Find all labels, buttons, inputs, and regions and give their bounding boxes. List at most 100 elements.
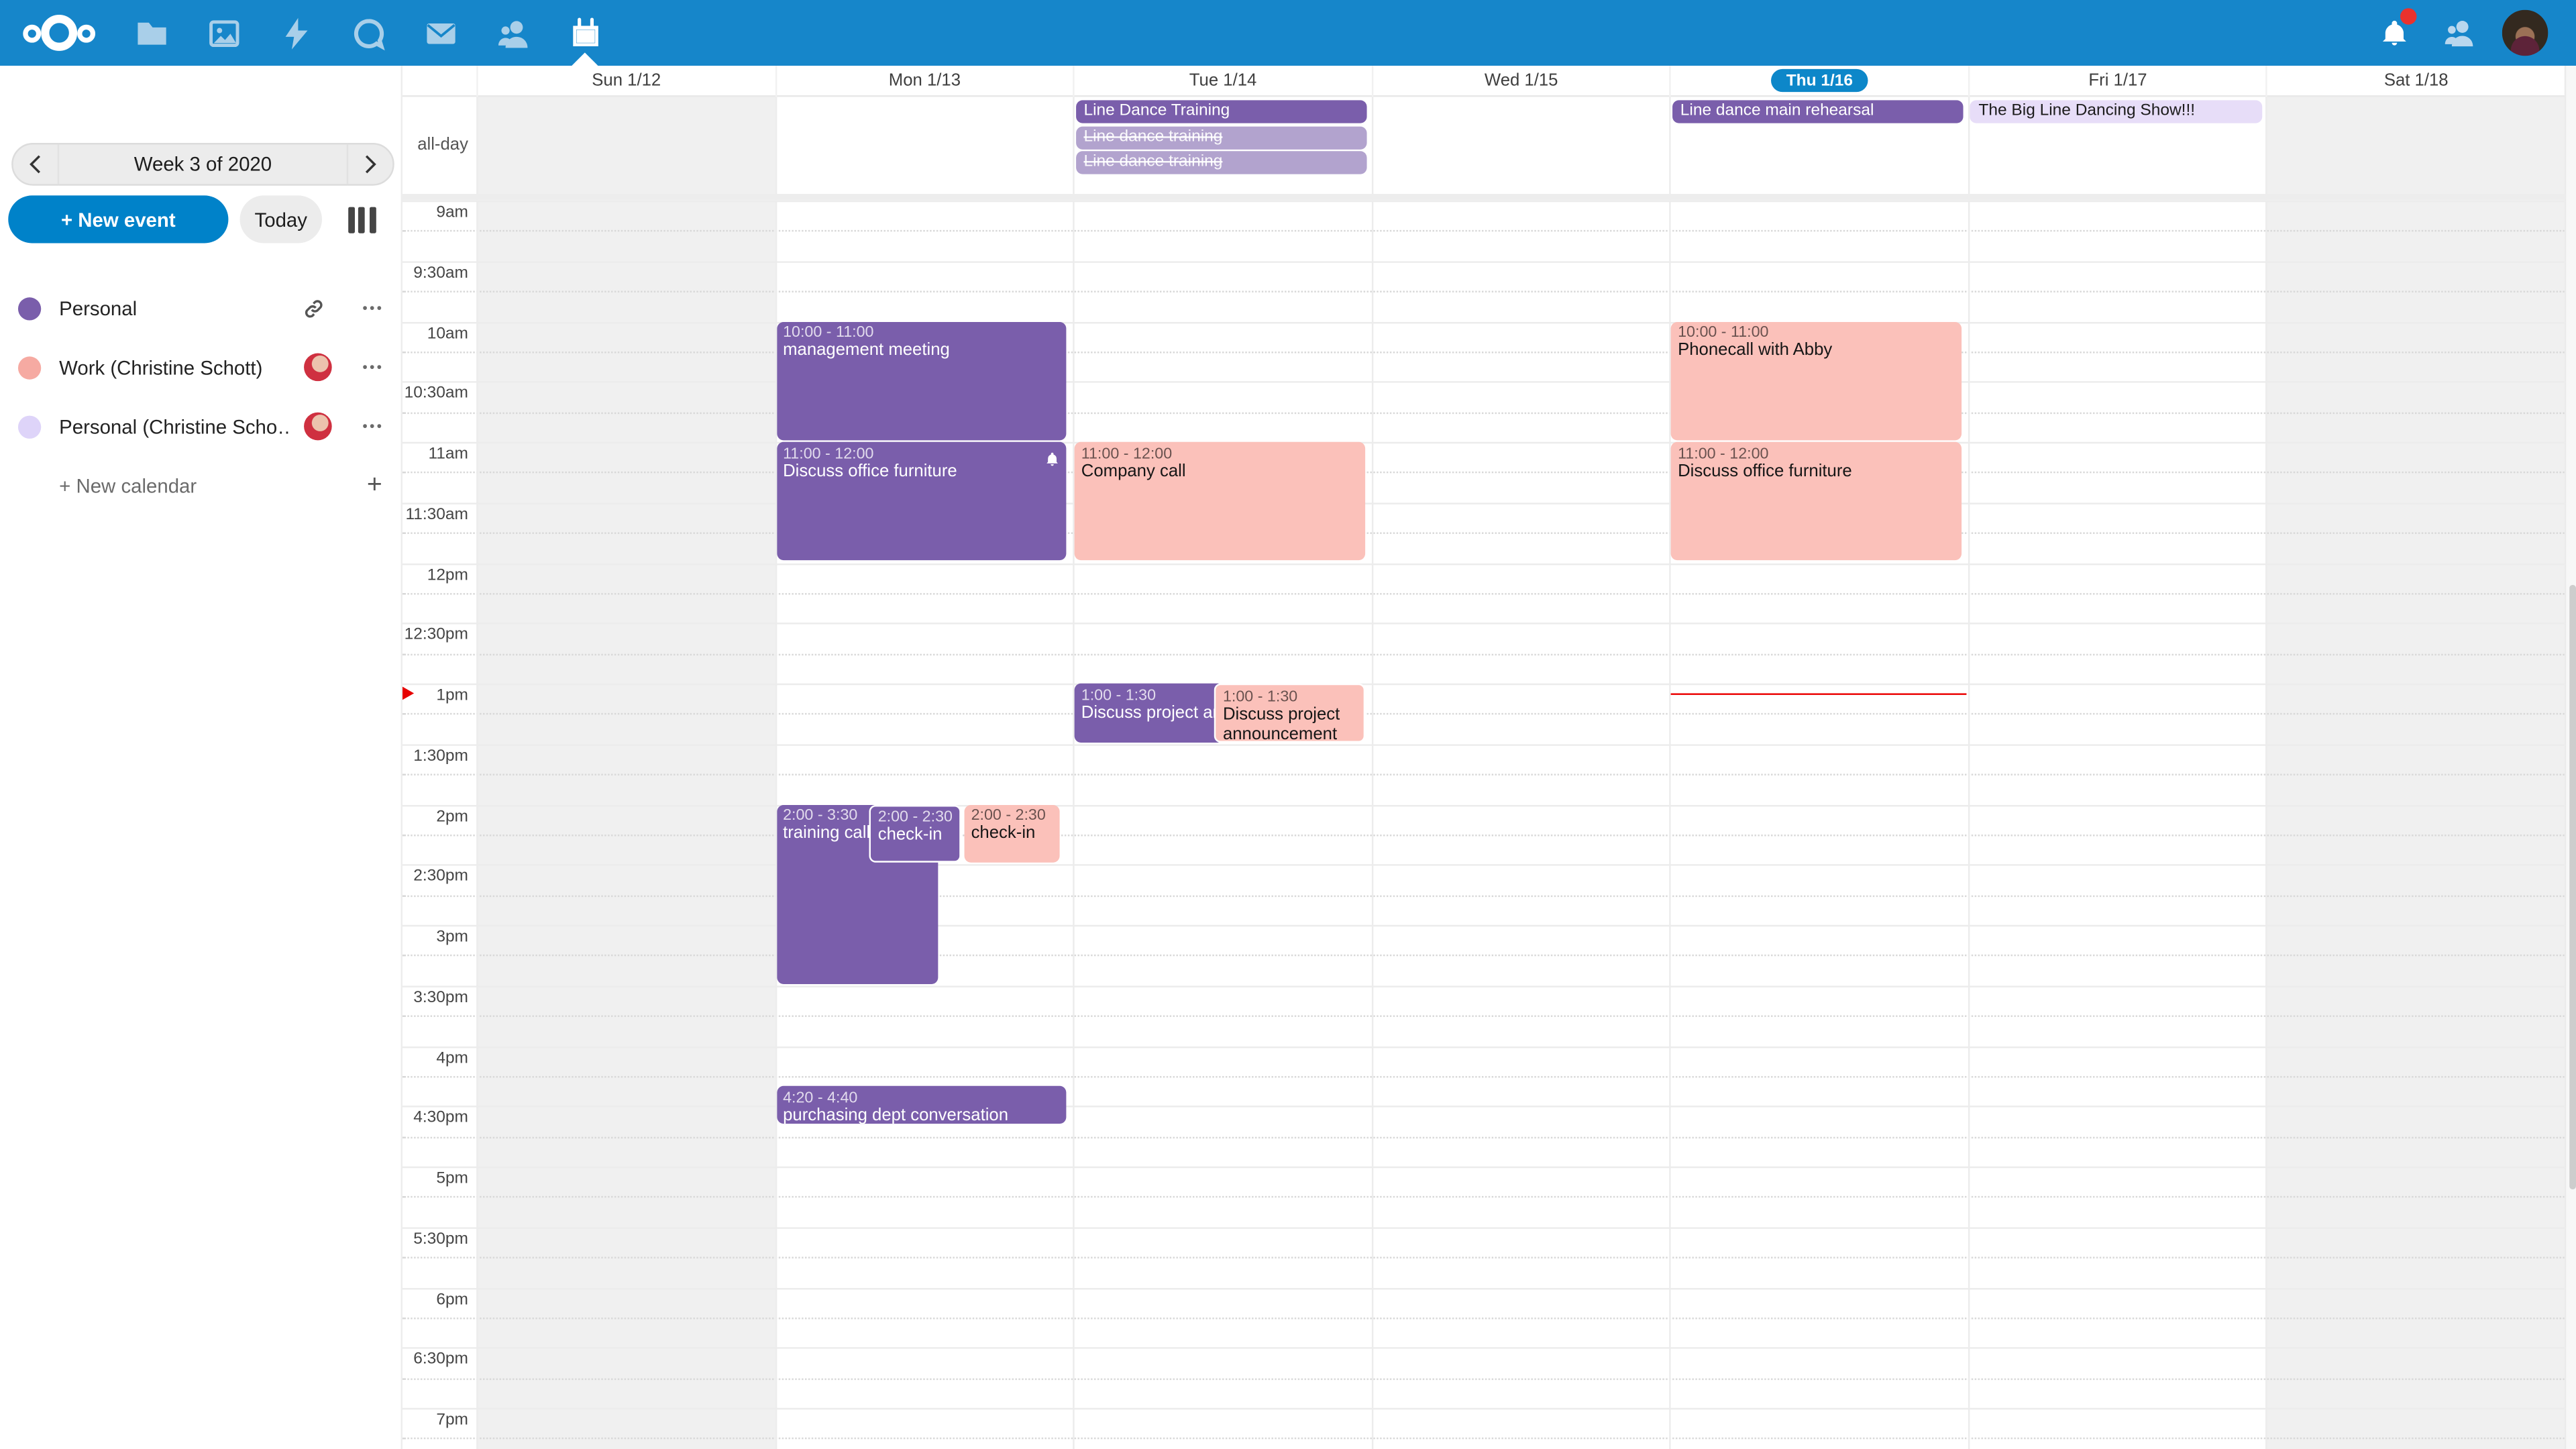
slot-line <box>402 1408 2565 1409</box>
current-time-line <box>1671 694 1966 695</box>
column-border <box>1371 96 1373 194</box>
slot-line <box>402 1046 2565 1047</box>
day-header-wed[interactable]: Wed 1/15 <box>1371 66 1670 96</box>
time-label: 7pm <box>402 1411 468 1430</box>
photos-icon[interactable] <box>204 13 244 53</box>
day-header-sun[interactable]: Sun 1/12 <box>476 66 775 96</box>
day-header-thu[interactable]: Thu 1/16 <box>1670 66 1968 96</box>
user-avatar[interactable] <box>2502 10 2548 56</box>
slot-line <box>402 261 2565 262</box>
calendar-list-item[interactable]: Personal (Christine Scho… ●●● <box>0 398 402 457</box>
calendar-actions-menu[interactable]: ●●● <box>354 338 393 397</box>
vertical-scrollbar[interactable] <box>2565 66 2576 1449</box>
allday-event[interactable]: Line dance training <box>1075 151 1367 174</box>
slot-dotted-line <box>402 412 2565 413</box>
talk-icon[interactable] <box>348 13 388 53</box>
calendar-list-item[interactable]: Work (Christine Schott)●●● <box>0 338 402 397</box>
slot-dotted-line <box>402 472 2565 474</box>
allday-event[interactable]: Line dance main rehearsal <box>1672 101 1964 124</box>
event[interactable]: 4:20 - 4:40purchasing dept conversation <box>776 1086 1066 1124</box>
new-calendar-label: + New calendar <box>59 457 197 516</box>
event[interactable]: 10:00 - 11:00Phonecall with Abby <box>1671 321 1961 440</box>
slot-line <box>402 563 2565 564</box>
calendar-list-item[interactable]: Personal●●● <box>0 279 402 338</box>
week-label[interactable]: Week 3 of 2020 <box>58 145 348 184</box>
event[interactable]: 11:00 - 12:00Company call <box>1075 442 1364 561</box>
new-calendar-button[interactable]: + New calendar+ <box>0 457 402 516</box>
mail-icon[interactable] <box>421 13 460 53</box>
event-time: 1:00 - 1:30 <box>1081 686 1218 704</box>
day-header-row: Sun 1/12Mon 1/13Tue 1/14Wed 1/15Thu 1/16… <box>402 66 2576 96</box>
calendar-actions-menu[interactable]: ●●● <box>354 279 393 338</box>
event-time: 1:00 - 1:30 <box>1223 688 1356 706</box>
slot-dotted-line <box>402 774 2565 775</box>
event-title: Discuss office furniture <box>783 463 1060 482</box>
slot-dotted-line <box>402 1318 2565 1319</box>
allday-event[interactable]: Line dance training <box>1075 126 1367 150</box>
day-header-mon[interactable]: Mon 1/13 <box>775 66 1073 96</box>
notifications-bell-icon[interactable] <box>2374 13 2414 53</box>
logo-center-circle <box>41 15 77 51</box>
next-week-button[interactable] <box>348 145 392 184</box>
slot-dotted-line <box>402 1136 2565 1138</box>
time-grid: 9am9:30am10am10:30am11am11:30am12pm12:30… <box>402 201 2576 1449</box>
weekend-shading <box>476 201 775 1449</box>
time-label: 4pm <box>402 1049 468 1067</box>
event[interactable]: 1:00 - 1:30Discuss project announcement <box>1075 684 1225 742</box>
slot-line <box>402 985 2565 987</box>
event[interactable]: 11:00 - 12:00Discuss office furniture <box>1671 442 1961 561</box>
slot-line <box>402 865 2565 866</box>
alarm-bell-icon <box>1045 447 1060 476</box>
today-button[interactable]: Today <box>240 195 322 243</box>
slot-line <box>402 1227 2565 1228</box>
time-label: 5pm <box>402 1170 468 1188</box>
event[interactable]: 1:00 - 1:30Discuss project announcement <box>1215 684 1365 742</box>
sidebar: Week 3 of 2020 + New event Today Persona… <box>0 66 402 1449</box>
column-border <box>1968 201 1969 1449</box>
event[interactable]: 11:00 - 12:00Discuss office furniture <box>776 442 1066 561</box>
day-header-sat[interactable]: Sat 1/18 <box>2266 66 2565 96</box>
new-event-button[interactable]: + New event <box>8 195 228 243</box>
files-icon[interactable] <box>131 13 171 53</box>
calendar-actions-menu[interactable]: ●●● <box>354 398 393 457</box>
all-day-label: all-day <box>402 96 476 194</box>
weekend-shading <box>2266 96 2565 194</box>
calendar-name: Personal (Christine Scho… <box>59 398 289 457</box>
slot-line <box>402 201 2565 202</box>
slot-dotted-line <box>402 533 2565 534</box>
allday-event[interactable]: Line Dance Training <box>1075 101 1367 124</box>
day-header-fri[interactable]: Fri 1/17 <box>1968 66 2266 96</box>
event[interactable]: 2:00 - 2:30check-in <box>869 804 961 863</box>
screen: Week 3 of 2020 + New event Today Persona… <box>0 0 2576 1449</box>
event[interactable]: 2:00 - 2:30check-in <box>965 804 1059 863</box>
calendar-color-dot <box>18 416 41 439</box>
week-view-toggle-icon[interactable] <box>340 202 383 236</box>
event[interactable]: 10:00 - 11:00management meeting <box>776 321 1066 440</box>
slot-line <box>402 321 2565 323</box>
event-time: 2:00 - 2:30 <box>971 806 1053 825</box>
event-time: 11:00 - 12:00 <box>1678 444 1955 463</box>
calendar-color-dot <box>18 356 41 379</box>
time-label: 11am <box>402 445 468 464</box>
calendar-owner-avatar <box>304 354 332 382</box>
event-title: purchasing dept conversation <box>783 1107 1060 1124</box>
time-label: 9:30am <box>402 264 468 282</box>
calendar-week-view: Sun 1/12Mon 1/13Tue 1/14Wed 1/15Thu 1/16… <box>402 66 2576 1449</box>
scrollbar-thumb[interactable] <box>2569 585 2575 1189</box>
share-link-icon[interactable] <box>299 294 329 323</box>
column-border <box>1968 96 1969 194</box>
activity-icon[interactable] <box>276 13 315 53</box>
nextcloud-logo-icon[interactable] <box>23 11 95 54</box>
time-label: 4:30pm <box>402 1110 468 1128</box>
allday-event[interactable]: The Big Line Dancing Show!!! <box>1970 101 2262 124</box>
previous-week-button[interactable] <box>13 145 58 184</box>
day-header-tue[interactable]: Tue 1/14 <box>1073 66 1372 96</box>
slot-dotted-line <box>402 1438 2565 1440</box>
column-border <box>1073 96 1075 194</box>
contacts-menu-icon[interactable] <box>2440 13 2479 53</box>
column-border <box>1073 201 1075 1449</box>
calendar-icon[interactable] <box>565 13 604 53</box>
slot-line <box>402 1167 2565 1168</box>
current-time-arrow <box>402 686 414 700</box>
contacts-icon[interactable] <box>493 13 533 53</box>
